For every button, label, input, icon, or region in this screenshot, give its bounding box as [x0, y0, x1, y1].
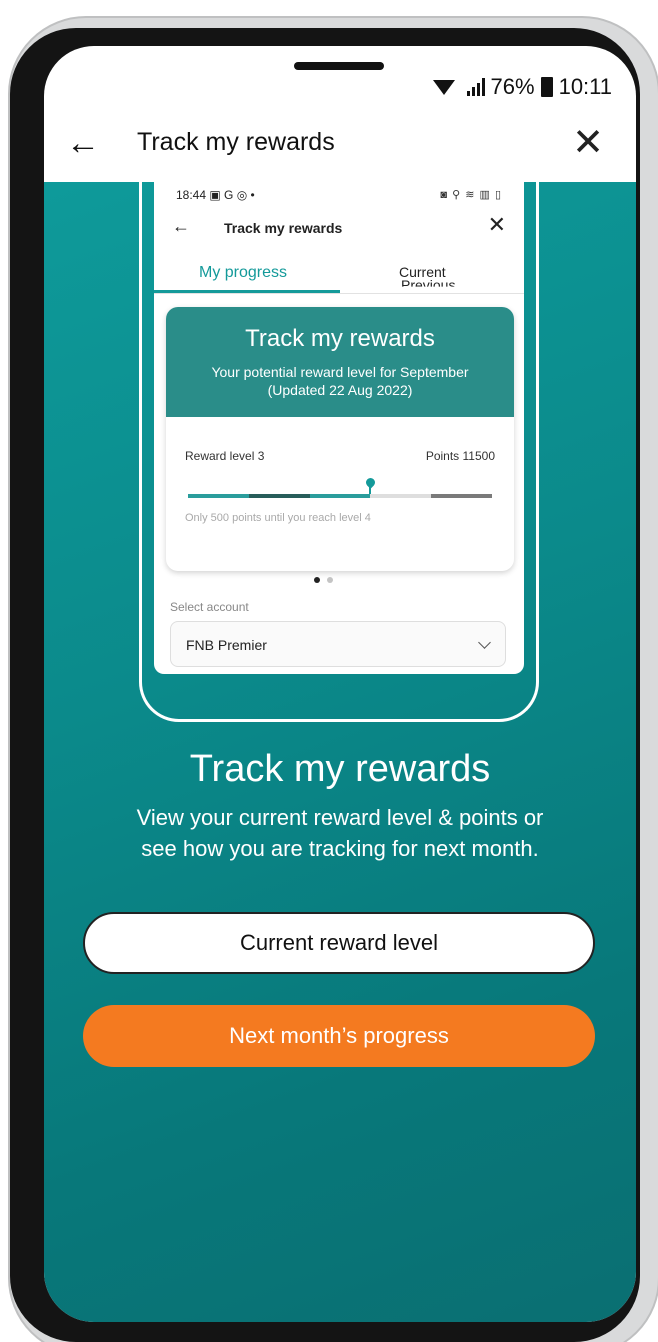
description-line: View your current reward level & points …	[136, 805, 544, 830]
progress-segment	[370, 494, 432, 498]
preview-screenshot: 18:44 ▣ G ◎ • ◙ ⚲ ≋ ▥ ▯ ← Track my rewar…	[154, 182, 524, 674]
status-bar: 76% 10:11	[44, 46, 636, 116]
panel-description: View your current reward level & points …	[44, 802, 636, 864]
preview-tab-previous: Previous	[401, 277, 456, 293]
panel-title: Track my rewards	[189, 748, 491, 790]
preview-card-subtitle: Your potential reward level for Septembe…	[211, 364, 469, 380]
page-dot-active	[314, 577, 320, 583]
preview-tab-divider	[154, 293, 524, 294]
page-title: Track my rewards	[137, 128, 335, 156]
preview-close-icon: ✕	[487, 212, 506, 237]
preview-reward-level: Reward level 3	[185, 449, 265, 463]
progress-segment	[309, 494, 371, 498]
back-arrow-icon[interactable]: ←	[66, 124, 100, 163]
preview-points-note: Only 500 points until you reach level 4	[185, 512, 371, 524]
preview-status-right-icons: ◙ ⚲ ≋ ▥ ▯	[440, 189, 502, 201]
preview-account-select: FNB Premier	[170, 621, 506, 667]
preview-page-dots	[314, 577, 333, 583]
preview-card-header: Track my rewards Your potential reward l…	[166, 307, 514, 417]
preview-points: Points 11500	[425, 449, 495, 463]
battery-percent: 76%	[490, 74, 535, 99]
progress-segment	[248, 494, 310, 498]
preview-card-title: Track my rewards	[245, 325, 435, 352]
wifi-icon	[432, 79, 455, 95]
preview-reward-card: Track my rewards Your potential reward l…	[166, 307, 514, 571]
preview-tab-my-progress: My progress	[199, 264, 288, 281]
preview-select-label: Select account	[170, 600, 249, 614]
preview-status-time: 18:44	[176, 188, 207, 202]
onboarding-panel: 18:44 ▣ G ◎ • ◙ ⚲ ≋ ▥ ▯ ← Track my rewar…	[44, 162, 636, 1322]
preview-status-icons: ▣ G ◎ •	[209, 188, 255, 202]
next-months-progress-button[interactable]: Next month’s progress	[83, 1005, 595, 1067]
progress-segment	[431, 494, 492, 498]
preview-progress-track	[188, 494, 492, 498]
preview-progress-marker-stem	[369, 487, 372, 494]
preview-back-arrow-icon: ←	[172, 216, 190, 236]
preview-title: Track my rewards	[224, 220, 343, 236]
signal-icon	[466, 78, 485, 96]
chevron-down-icon	[478, 636, 491, 649]
page-dot	[327, 577, 333, 583]
description-line: see how you are tracking for next month.	[141, 836, 539, 861]
current-reward-level-button[interactable]: Current reward level	[83, 912, 595, 974]
phone-screen: 76% 10:11 ← Track my rewards ✕ 18:44 ▣ G…	[44, 46, 636, 1322]
preview-card-updated: (Updated 22 Aug 2022)	[267, 382, 413, 398]
close-icon[interactable]: ✕	[572, 120, 604, 165]
progress-segment	[188, 494, 249, 498]
battery-icon	[540, 77, 553, 97]
preview-account-value: FNB Premier	[186, 637, 267, 653]
status-time: 10:11	[558, 74, 612, 99]
